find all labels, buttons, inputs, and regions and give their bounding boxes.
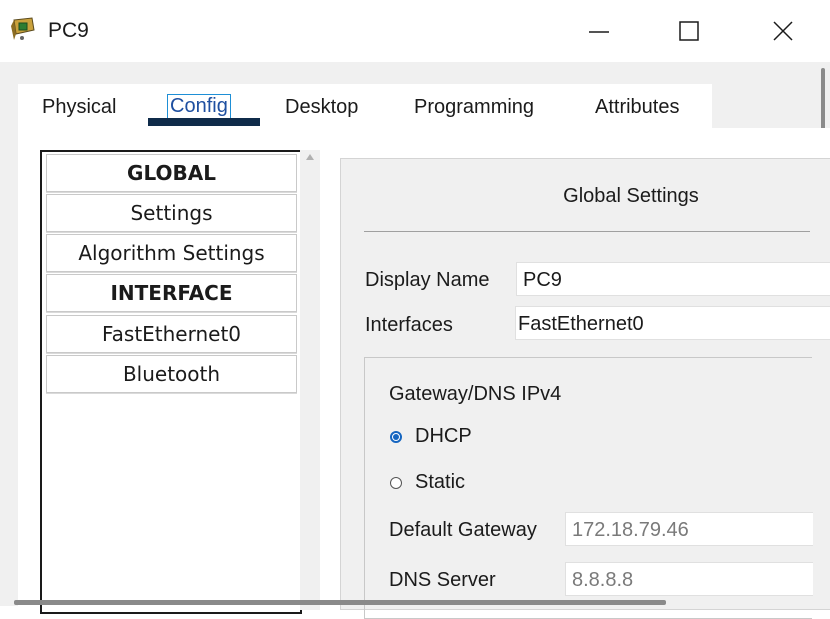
dns-server-label: DNS Server bbox=[389, 569, 496, 591]
close-icon bbox=[773, 21, 793, 41]
config-tab-content: GLOBAL Settings Algorithm Settings INTER… bbox=[18, 128, 830, 619]
interfaces-label: Interfaces bbox=[365, 314, 453, 336]
nav-item-settings[interactable]: Settings bbox=[46, 194, 297, 232]
panel-title: Global Settings bbox=[563, 185, 699, 207]
tab-physical[interactable]: Physical bbox=[42, 96, 116, 119]
gateway-dns-title: Gateway/DNS IPv4 bbox=[389, 383, 562, 405]
nav-header-interface: INTERFACE bbox=[46, 274, 297, 312]
tab-attributes[interactable]: Attributes bbox=[595, 96, 679, 119]
minimize-button[interactable] bbox=[569, 8, 629, 54]
static-label[interactable]: Static bbox=[415, 471, 465, 494]
tab-desktop[interactable]: Desktop bbox=[285, 96, 358, 119]
interfaces-select[interactable]: FastEthernet0 bbox=[515, 306, 830, 340]
dhcp-radio[interactable] bbox=[390, 431, 402, 443]
dns-server-input[interactable]: 8.8.8.8 bbox=[565, 562, 813, 596]
nav-item-fastethernet0[interactable]: FastEthernet0 bbox=[46, 315, 297, 353]
divider bbox=[364, 231, 810, 232]
display-name-input[interactable]: PC9 bbox=[516, 262, 830, 296]
display-name-label: Display Name bbox=[365, 269, 490, 291]
window-title: PC9 bbox=[48, 19, 89, 42]
global-settings-panel: Global Settings Display Name PC9 Interfa… bbox=[340, 158, 830, 619]
active-tab-indicator bbox=[148, 118, 260, 126]
tab-config[interactable]: Config bbox=[167, 94, 231, 119]
nav-header-global: GLOBAL bbox=[46, 154, 297, 192]
minimize-icon bbox=[589, 31, 609, 33]
default-gateway-input[interactable]: 172.18.79.46 bbox=[565, 512, 813, 546]
static-radio[interactable] bbox=[390, 477, 402, 489]
title-bar: PC9 bbox=[0, 0, 830, 63]
dhcp-label[interactable]: DHCP bbox=[415, 425, 472, 448]
nav-item-bluetooth[interactable]: Bluetooth bbox=[46, 355, 297, 393]
scroll-up-arrow-icon[interactable] bbox=[306, 154, 314, 160]
tab-strip: Physical Config Desktop Programming Attr… bbox=[18, 84, 712, 128]
settings-nav-list: GLOBAL Settings Algorithm Settings INTER… bbox=[40, 150, 302, 614]
maximize-icon bbox=[679, 21, 699, 41]
gateway-dns-group: Gateway/DNS IPv4 DHCP Static Default Gat… bbox=[364, 357, 813, 619]
horizontal-scrollbar[interactable] bbox=[14, 600, 666, 605]
nav-scrollbar[interactable] bbox=[300, 150, 320, 610]
nav-item-algorithm-settings[interactable]: Algorithm Settings bbox=[46, 234, 297, 272]
tab-programming[interactable]: Programming bbox=[414, 96, 534, 119]
close-button[interactable] bbox=[753, 8, 813, 54]
maximize-button[interactable] bbox=[659, 8, 719, 54]
window-client-area: Physical Config Desktop Programming Attr… bbox=[0, 62, 830, 619]
default-gateway-label: Default Gateway bbox=[389, 519, 537, 541]
pc-device-icon bbox=[8, 16, 40, 44]
